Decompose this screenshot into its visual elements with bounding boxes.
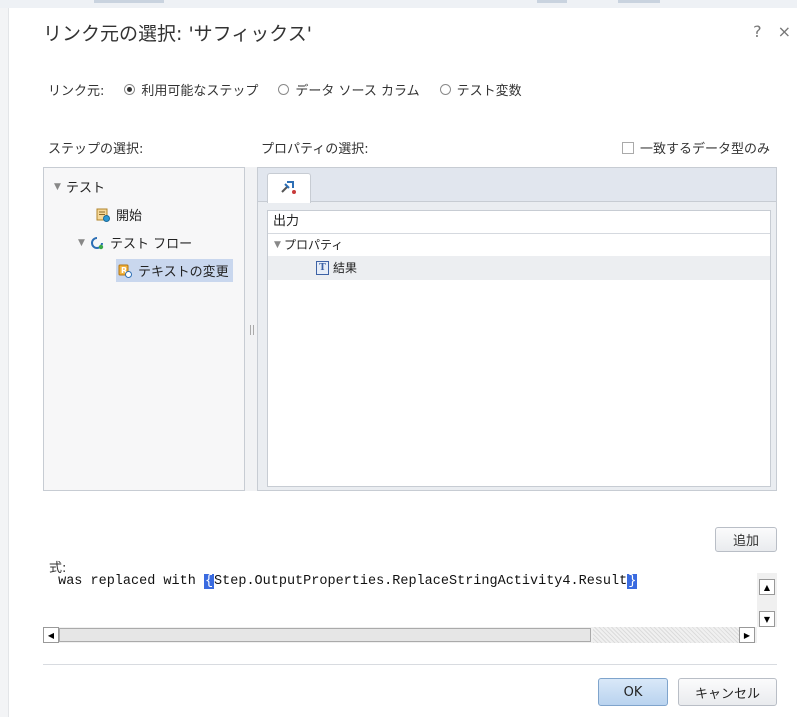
link-source-label: リンク元: (48, 84, 105, 99)
help-button[interactable]: ? (753, 22, 762, 41)
scroll-up-arrow-icon[interactable]: ▲ (759, 579, 775, 595)
text-type-icon: T (316, 261, 329, 275)
tree-item-label: 開始 (116, 209, 143, 224)
scrollbar-track[interactable] (593, 627, 739, 643)
output-properties-icon (280, 179, 298, 199)
radio-test-variable[interactable]: テスト変数 (439, 80, 522, 99)
match-type-checkbox[interactable] (621, 141, 634, 154)
collapse-arrow-icon[interactable]: ▼ (274, 234, 284, 256)
replace-text-activity-icon: R (118, 264, 132, 278)
scroll-left-arrow-icon[interactable]: ◀ (43, 627, 59, 643)
step-tree: ▼ テスト 開始 ▼ テスト フロー R テキストの変更 (43, 167, 245, 491)
match-type-only-option[interactable]: 一致するデータ型のみ (621, 138, 770, 157)
scroll-down-arrow-icon[interactable]: ▼ (759, 611, 775, 627)
match-type-label: 一致するデータ型のみ (639, 142, 770, 157)
scroll-right-arrow-icon[interactable]: ▶ (739, 627, 755, 643)
radio-data-source-column[interactable]: データ ソース カラム (278, 80, 420, 99)
tree-item-test[interactable]: ▼ テスト (54, 177, 105, 196)
token-close-bracket: } (627, 574, 638, 589)
tree-item-change-text[interactable]: R テキストの変更 (116, 259, 233, 282)
token-open-bracket: { (203, 574, 215, 589)
start-step-icon (96, 208, 110, 222)
grid-header-output: 出力 (268, 211, 770, 234)
expression-horizontal-scrollbar[interactable]: ◀ ▶ (43, 627, 757, 643)
footer-divider (43, 664, 777, 665)
radio-button[interactable] (278, 84, 290, 95)
radio-available-steps[interactable]: 利用可能なステップ (124, 80, 258, 99)
step-select-label: ステップの選択: (48, 142, 144, 157)
scrollbar-thumb[interactable] (59, 628, 591, 642)
tree-item-label: テスト (66, 181, 106, 196)
collapse-arrow-icon[interactable]: ▼ (78, 238, 90, 248)
grid-item-result[interactable]: T 結果 (268, 257, 770, 280)
ok-button[interactable]: OK (598, 678, 668, 706)
radio-label: データ ソース カラム (295, 84, 420, 99)
tree-item-test-flow[interactable]: ▼ テスト フロー (78, 233, 192, 252)
tree-item-label: テスト フロー (110, 237, 193, 252)
group-label: プロパティ (284, 238, 344, 252)
expression-editor[interactable]: was replaced with {Step.OutputProperties… (49, 573, 755, 627)
grid-group-properties[interactable]: ▼ プロパティ (268, 234, 770, 257)
property-tabstrip (258, 168, 776, 203)
flow-icon (90, 236, 104, 250)
dialog-title: リンク元の選択: 'サフィックス' (43, 23, 312, 45)
property-grid: 出力 ▼ プロパティ T 結果 (267, 210, 771, 487)
tree-item-label: テキストの変更 (138, 265, 229, 280)
expression-line: was replaced with {Step.OutputProperties… (50, 574, 638, 589)
background-window-strip (0, 0, 797, 8)
radio-label: 利用可能なステップ (141, 84, 259, 99)
link-source-group: リンク元: 利用可能なステップ データ ソース カラム テスト変数 (48, 80, 522, 99)
cancel-button[interactable]: キャンセル (678, 678, 777, 706)
property-panel: 出力 ▼ プロパティ T 結果 (257, 167, 777, 491)
expression-token: Step.OutputProperties.ReplaceStringActiv… (214, 574, 628, 589)
radio-button[interactable] (439, 84, 451, 95)
panel-splitter[interactable] (245, 167, 257, 491)
radio-button[interactable] (124, 84, 136, 95)
property-select-label: プロパティの選択: (261, 142, 369, 157)
tab-output-properties[interactable] (267, 173, 311, 203)
expression-vertical-scrollbar[interactable]: ▲ ▼ (757, 573, 777, 627)
background-window-edge (0, 8, 9, 717)
item-label: 結果 (333, 261, 358, 275)
tree-item-start[interactable]: 開始 (96, 205, 142, 224)
close-button[interactable]: × (778, 22, 791, 41)
collapse-arrow-icon[interactable]: ▼ (54, 182, 66, 192)
title-controls: ? × (753, 22, 791, 41)
add-button[interactable]: 追加 (715, 527, 777, 552)
radio-label: テスト変数 (456, 84, 522, 99)
expression-text: was replaced with (50, 574, 204, 589)
